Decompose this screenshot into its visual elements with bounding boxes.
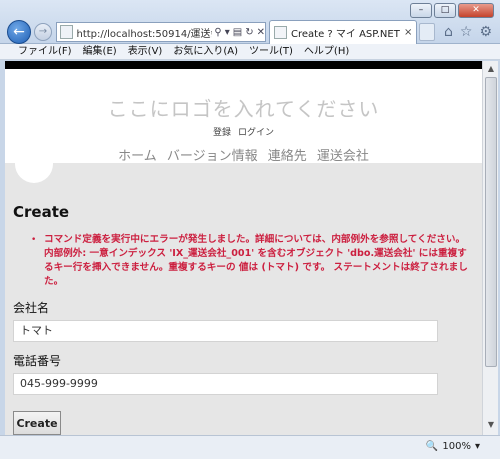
company-name-label: 会社名 bbox=[13, 301, 50, 315]
menu-edit[interactable]: 編集(E) bbox=[83, 44, 117, 59]
vertical-scrollbar[interactable]: ▲ ▼ bbox=[482, 61, 498, 435]
address-bar[interactable]: http://localhost:50914/運送会社 ⚲ ▾ ▤ ↻ ✕ bbox=[56, 22, 266, 42]
status-bar: 🔍 100% ▾ bbox=[0, 435, 500, 459]
main-nav: ホーム バージョン情報 連絡先 運送会社 bbox=[5, 145, 482, 164]
zoom-icon: 🔍 bbox=[425, 441, 439, 452]
create-button[interactable]: Create bbox=[13, 411, 61, 435]
bullet-icon: • bbox=[31, 235, 37, 245]
site-header: ここにロゴを入れてください 登録 ログイン ホーム バージョン情報 連絡先 運送… bbox=[5, 69, 482, 183]
page-viewport: ここにロゴを入れてください 登録 ログイン ホーム バージョン情報 連絡先 運送… bbox=[5, 61, 482, 435]
site-logo[interactable]: ここにロゴを入れてください bbox=[5, 93, 482, 122]
scroll-up-icon[interactable]: ▲ bbox=[485, 63, 497, 75]
page-favicon-icon bbox=[60, 25, 74, 39]
forward-button[interactable]: → bbox=[34, 23, 52, 41]
maximize-button[interactable]: □ bbox=[434, 3, 456, 18]
error-message: • コマンド定義を実行中にエラーが発生しました。詳細については、内部例外を参照し… bbox=[31, 233, 474, 289]
validation-summary: • コマンド定義を実行中にエラーが発生しました。詳細については、内部例外を参照し… bbox=[13, 233, 474, 289]
tab-close-icon[interactable]: × bbox=[404, 27, 412, 38]
address-bar-tools: ⚲ ▾ ▤ ↻ ✕ bbox=[214, 27, 265, 38]
nav-contact[interactable]: 連絡先 bbox=[268, 149, 307, 164]
refresh-icon[interactable]: ↻ bbox=[245, 27, 253, 38]
menu-file[interactable]: ファイル(F) bbox=[18, 44, 72, 59]
login-links: 登録 ログイン bbox=[5, 125, 482, 138]
top-black-band bbox=[5, 61, 482, 69]
search-icon[interactable]: ⚲ bbox=[214, 27, 221, 38]
address-url[interactable]: http://localhost:50914/運送会社 bbox=[76, 25, 212, 40]
scrollbar-thumb[interactable] bbox=[485, 77, 497, 367]
menu-favorites[interactable]: お気に入り(A) bbox=[173, 44, 238, 59]
zoom-dropdown-icon[interactable]: ▾ bbox=[475, 441, 480, 452]
browser-titlebar: – □ ✕ ← → http://localhost:50914/運送会社 ⚲ … bbox=[0, 0, 500, 44]
page-title: Create bbox=[13, 203, 70, 221]
tab-title: Create ? マイ ASP.NET ... bbox=[291, 29, 401, 40]
stop-icon[interactable]: ✕ bbox=[257, 27, 265, 38]
nav-shippers[interactable]: 運送会社 bbox=[317, 149, 369, 164]
settings-gear-icon[interactable]: ⚙ bbox=[479, 24, 492, 40]
main-content: Create • コマンド定義を実行中にエラーが発生しました。詳細については、内… bbox=[5, 163, 482, 435]
nav-about[interactable]: バージョン情報 bbox=[167, 149, 258, 164]
scroll-down-icon[interactable]: ▼ bbox=[485, 419, 497, 431]
arrow-right-icon: → bbox=[38, 26, 48, 37]
zoom-level: 100% bbox=[442, 441, 471, 452]
zoom-control[interactable]: 🔍 100% ▾ bbox=[426, 441, 480, 452]
compat-icon[interactable]: ▤ bbox=[233, 27, 242, 38]
minimize-button[interactable]: – bbox=[410, 3, 432, 18]
menu-bar: ファイル(F) 編集(E) 表示(V) お気に入り(A) ツール(T) ヘルプ(… bbox=[0, 44, 500, 60]
close-window-button[interactable]: ✕ bbox=[458, 3, 494, 18]
arrow-left-icon: ← bbox=[13, 24, 25, 40]
window-controls: – □ ✕ bbox=[410, 3, 494, 18]
browser-toolbar-icons: ⌂ ☆ ⚙ bbox=[444, 24, 492, 40]
register-link[interactable]: 登録 bbox=[213, 128, 231, 138]
company-name-input[interactable]: トマト bbox=[13, 320, 438, 342]
dropdown-icon[interactable]: ▾ bbox=[225, 27, 230, 38]
home-icon[interactable]: ⌂ bbox=[444, 24, 453, 40]
menu-view[interactable]: 表示(V) bbox=[128, 44, 163, 59]
menu-tools[interactable]: ツール(T) bbox=[249, 44, 293, 59]
error-text: コマンド定義を実行中にエラーが発生しました。詳細については、内部例外を参照してく… bbox=[44, 234, 468, 287]
new-tab-button[interactable] bbox=[419, 23, 435, 41]
nav-home[interactable]: ホーム bbox=[118, 149, 157, 164]
browser-tab-active[interactable]: Create ? マイ ASP.NET ... × bbox=[269, 20, 417, 44]
favorites-star-icon[interactable]: ☆ bbox=[460, 24, 473, 40]
phone-label: 電話番号 bbox=[13, 354, 62, 368]
phone-input[interactable]: 045-999-9999 bbox=[13, 373, 438, 395]
login-link[interactable]: ログイン bbox=[238, 128, 274, 138]
menu-help[interactable]: ヘルプ(H) bbox=[304, 44, 349, 59]
back-button[interactable]: ← bbox=[7, 20, 31, 44]
tab-favicon-icon bbox=[274, 26, 287, 39]
